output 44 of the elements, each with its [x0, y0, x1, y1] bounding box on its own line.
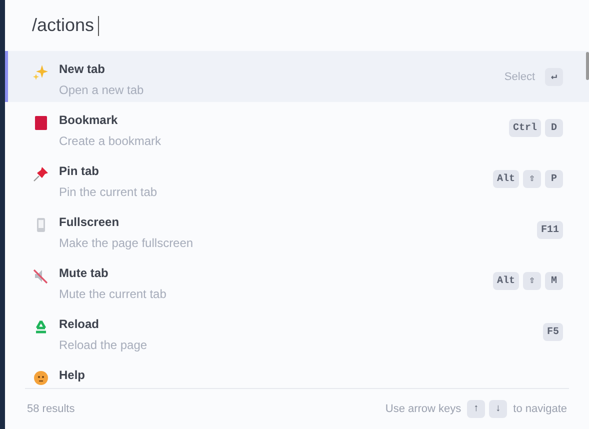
muted-speaker-icon	[33, 268, 49, 284]
key-badge: Ctrl	[508, 119, 541, 137]
command-description: Create a bookmark	[59, 133, 162, 150]
scrollbar-thumb	[586, 52, 589, 80]
face-icon	[33, 370, 49, 386]
navigation-hint: Use arrow keys	[385, 402, 462, 417]
command-item[interactable]: New tab Open a new tab Select ↵	[5, 51, 589, 102]
command-item[interactable]: Fullscreen Make the page fullscreen F11	[5, 204, 589, 255]
command-description: Mute the current tab	[59, 286, 168, 303]
book-icon	[33, 115, 49, 131]
key-badge: M	[545, 272, 563, 290]
command-title: Help	[59, 367, 86, 384]
command-description: Make the page fullscreen	[59, 235, 194, 252]
search-field[interactable]: /actions	[32, 12, 100, 39]
results-count: 58 results	[27, 402, 75, 417]
key-badge: F5	[542, 323, 563, 341]
command-description: Pin the current tab	[59, 184, 158, 201]
key-badge: Alt	[492, 272, 519, 290]
command-item[interactable]: Mute tab Mute the current tab Alt ⇧ M	[5, 255, 589, 306]
navigation-hint: to navigate	[513, 402, 567, 417]
command-title: Mute tab	[59, 265, 110, 282]
key-badge: ↓	[489, 400, 508, 418]
key-badge: ↑	[467, 400, 486, 418]
key-badge: D	[545, 119, 563, 137]
command-description: Open a new tab	[59, 82, 145, 99]
command-description: Reload the page	[59, 337, 148, 354]
command-title: Reload	[59, 316, 100, 333]
select-hint: Select	[504, 70, 535, 85]
sparkles-icon	[33, 64, 49, 80]
key-badge: F11	[536, 221, 563, 239]
key-badge: ⇧	[523, 272, 541, 290]
command-item[interactable]: Reload Reload the page F5	[5, 306, 589, 357]
command-item[interactable]: Pin tab Pin the current tab Alt ⇧ P	[5, 153, 589, 204]
key-badge: Alt	[492, 170, 519, 188]
command-title: New tab	[59, 61, 106, 78]
command-title: Fullscreen	[59, 214, 120, 231]
command-title: Bookmark	[59, 112, 119, 129]
key-badge: ↵	[545, 68, 563, 86]
pushpin-icon	[33, 166, 49, 182]
command-item[interactable]: Help	[5, 357, 589, 388]
key-badge: P	[545, 170, 563, 188]
command-title: Pin tab	[59, 163, 100, 180]
key-badge: ⇧	[523, 170, 541, 188]
command-item[interactable]: Bookmark Create a bookmark Ctrl D	[5, 102, 589, 153]
